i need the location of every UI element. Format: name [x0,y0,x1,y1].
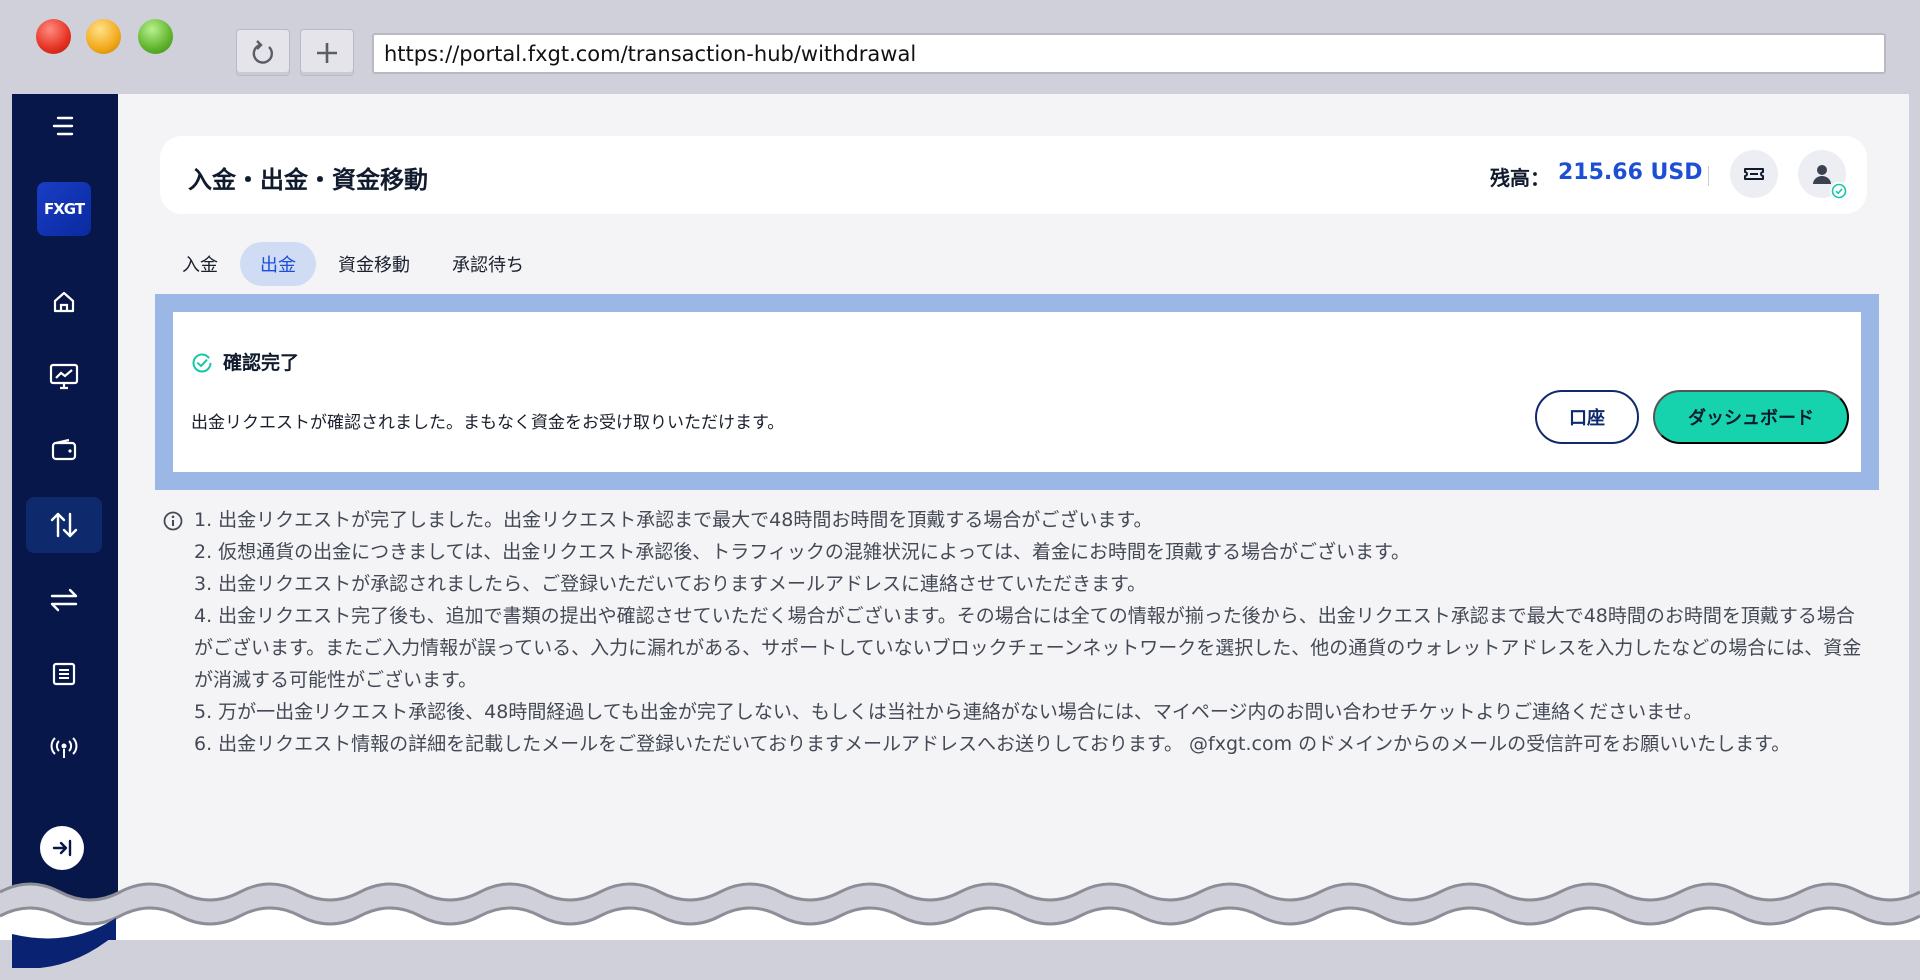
confirmation-message: 出金リクエストが確認されました。まもなく資金をお受け取りいただけます。 [191,413,785,433]
tab-fund-transfer[interactable]: 資金移動 [318,242,430,286]
wallet-icon [51,438,77,461]
ticket-button[interactable] [1730,150,1778,198]
withdrawal-notes: 1. 出金リクエストが完了しました。出金リクエスト承認まで最大で48時間お時間を… [162,504,1872,760]
signal-icon [50,737,78,758]
torn-edge-decoration [0,882,1920,980]
reload-button[interactable] [236,29,290,76]
url-text: https://portal.fxgt.com/transaction-hub/… [384,41,917,66]
sidebar-item-transfer[interactable] [26,572,102,628]
window-close-button[interactable] [36,19,71,54]
sidebar: FXGT [12,94,118,964]
dashboard-button[interactable]: ダッシュボード [1653,390,1849,444]
confirmation-panel: 確認完了 出金リクエストが確認されました。まもなく資金をお受け取りいただけます。… [173,312,1861,472]
account-button[interactable]: 口座 [1535,390,1639,444]
header-divider [1708,166,1709,186]
sidebar-item-transactions[interactable] [26,497,102,553]
ticket-icon [1744,168,1764,180]
notes-list: 1. 出金リクエストが完了しました。出金リクエスト承認まで最大で48時間お時間を… [162,504,1872,760]
page-header: 入金・出金・資金移動 残高： 215.66 USD [160,136,1867,214]
sidebar-item-trading[interactable] [26,348,102,404]
sidebar-item-home[interactable] [26,274,102,330]
check-circle-icon [192,353,212,373]
sidebar-menu-button[interactable] [26,98,102,154]
note-item: 3. 出金リクエストが承認されましたら、ご登録いただいておりますメールアドレスに… [194,573,1147,595]
home-icon [53,291,75,313]
sidebar-collapse-button[interactable] [40,826,84,870]
chart-monitor-icon [49,363,79,390]
confirmation-title: 確認完了 [223,352,300,374]
fxgt-logo[interactable]: FXGT [37,182,91,236]
browser-chrome: https://portal.fxgt.com/transaction-hub/… [0,0,1920,94]
tab-deposit[interactable]: 入金 [162,242,238,286]
confirmation-panel-frame: 確認完了 出金リクエストが確認されました。まもなく資金をお受け取りいただけます。… [155,294,1879,490]
verified-badge [1830,182,1848,200]
note-item: 2. 仮想通貨の出金につきましては、出金リクエスト承認後、トラフィックの混雑状況… [194,541,1411,563]
note-item: 4. 出金リクエスト完了後も、追加で書類の提出や確認させていただく場合がございま… [194,605,1862,691]
transaction-tabs: 入金 出金 資金移動 承認待ち [162,242,546,286]
collapse-right-icon [52,839,72,857]
tab-withdrawal[interactable]: 出金 [240,242,316,286]
verified-check-icon [1831,183,1847,199]
balance-label: 残高： [1490,166,1550,190]
plus-icon [317,42,337,63]
tab-pending-approval[interactable]: 承認待ち [432,242,544,286]
window-maximize-button[interactable] [138,19,173,54]
sidebar-item-wallet[interactable] [26,422,102,478]
balance-value: 215.66 USD [1558,160,1703,185]
new-tab-button[interactable] [300,29,354,76]
logo-text: FXGT [43,200,85,218]
list-icon [52,662,76,686]
window-minimize-button[interactable] [86,19,121,54]
note-item: 1. 出金リクエストが完了しました。出金リクエスト承認まで最大で48時間お時間を… [194,509,1153,531]
note-item: 5. 万が一出金リクエスト承認後、48時間経過しても出金が完了しない、もしくは当… [194,701,1703,723]
page-title: 入金・出金・資金移動 [188,166,428,194]
hamburger-icon [52,116,74,136]
info-icon [163,511,183,531]
address-bar[interactable]: https://portal.fxgt.com/transaction-hub/… [372,33,1886,74]
page-viewport: FXGT 入金・出金・資金移動 残高： 215.66 USD 入金 出金 資金移… [12,94,1909,964]
sidebar-item-support[interactable] [26,720,102,776]
note-item: 6. 出金リクエスト情報の詳細を記載したメールをご登録いただいておりますメールア… [194,733,1791,755]
arrows-swap-icon [50,588,78,612]
reload-icon [252,39,274,64]
sidebar-item-history[interactable] [26,646,102,702]
arrows-updown-icon [50,512,78,538]
